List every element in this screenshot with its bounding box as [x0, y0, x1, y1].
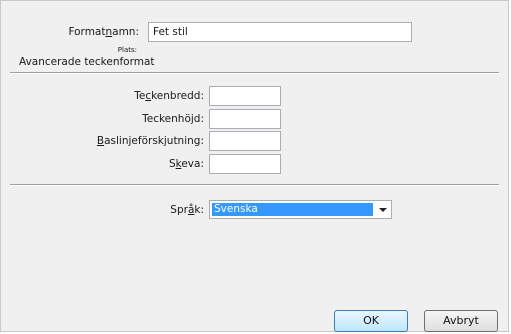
skew-label: Skeva:: [168, 158, 204, 170]
baseline-shift-label: Baslinjeförskjutning:: [96, 135, 204, 147]
style-name-input[interactable]: [148, 22, 412, 42]
char-height-input[interactable]: [209, 109, 281, 129]
section-title: Avancerade teckenformat: [19, 56, 155, 68]
language-selected-value: Svenska: [212, 203, 373, 216]
location-label: Plats:: [117, 46, 137, 54]
style-name-label: Formatnamn:: [68, 26, 139, 38]
section-divider-bottom: [10, 184, 499, 186]
baseline-shift-input[interactable]: [209, 131, 281, 151]
ok-button[interactable]: OK: [334, 310, 408, 332]
advanced-character-format-dialog: Formatnamn: Plats: Avancerade teckenform…: [0, 0, 509, 332]
char-width-input[interactable]: [209, 86, 281, 106]
chevron-down-icon[interactable]: [379, 208, 387, 212]
language-select[interactable]: Svenska: [209, 200, 392, 219]
char-height-label: Teckenhöjd:: [142, 113, 204, 125]
char-width-label: Teckenbredd:: [134, 90, 204, 102]
skew-input[interactable]: [209, 154, 281, 174]
section-divider-top: [10, 72, 499, 74]
cancel-button[interactable]: Avbryt: [424, 310, 498, 332]
language-label: Språk:: [170, 204, 204, 216]
